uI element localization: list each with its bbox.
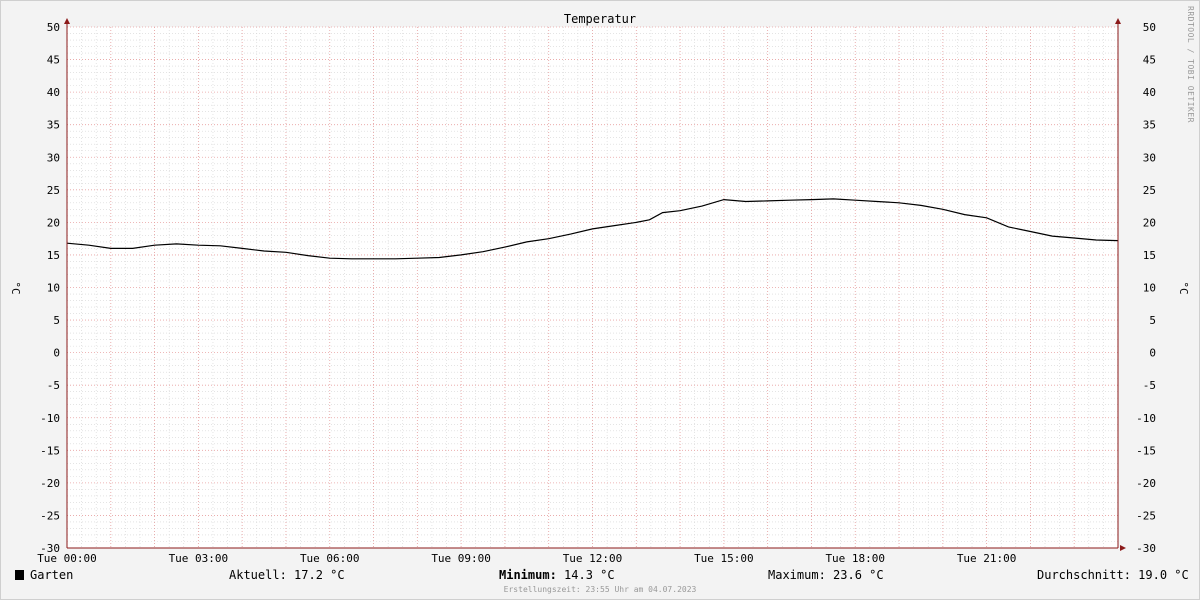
y-tick-label-right: -10	[1136, 412, 1156, 425]
y-tick-label-left: -15	[40, 444, 60, 457]
y-tick-label-left: -20	[40, 477, 60, 490]
x-axis-arrow	[1120, 545, 1126, 551]
y-tick-label-left: 30	[47, 151, 60, 164]
legend-minimum-label: Minimum:	[499, 568, 557, 582]
y-tick-label-right: -30	[1136, 542, 1156, 555]
y-tick-label-right: -20	[1136, 477, 1156, 490]
y-axis-label-left: °C	[9, 281, 22, 294]
y-tick-label-left: 25	[47, 184, 60, 197]
footer-timestamp: Erstellungszeit: 23:55 Uhr am 04.07.2023	[503, 585, 697, 594]
legend-swatch-garten	[15, 570, 24, 580]
y-tick-label-left: 20	[47, 216, 60, 229]
y-tick-label-left: 0	[53, 347, 60, 360]
x-axis-labels: Tue 00:00 Tue 03:00 Tue 06:00 Tue 09:00 Tue …	[37, 552, 1016, 565]
y-tick-label-right: 15	[1143, 249, 1156, 262]
y-tick-label-left: -10	[40, 412, 60, 425]
y-tick-label-right: 40	[1143, 86, 1156, 99]
y-tick-label-right: 10	[1143, 282, 1156, 295]
y-tick-label-right: -15	[1136, 444, 1156, 457]
y-axis-arrow-right	[1115, 18, 1121, 24]
x-tick-label: Tue 09:00	[431, 552, 491, 565]
y-tick-label-right: 35	[1143, 119, 1156, 132]
temperature-chart: 50454035302520151050-5-10-15-20-25-30 50…	[9, 12, 1190, 565]
y-tick-label-left: -25	[40, 509, 60, 522]
x-tick-label: Tue 00:00	[37, 552, 97, 565]
chart-title: Temperatur	[564, 12, 636, 26]
y-tick-label-right: -5	[1143, 379, 1156, 392]
y-tick-label-right: -25	[1136, 509, 1156, 522]
legend-maximum: Maximum: 23.6 °C	[768, 568, 884, 582]
watermark: RRDTOOL / TOBI OETIKER	[1186, 6, 1195, 123]
y-tick-label-left: 10	[47, 282, 60, 295]
x-tick-label: Tue 03:00	[169, 552, 229, 565]
y-tick-label-left: 40	[47, 86, 60, 99]
y-tick-label-left: 5	[53, 314, 60, 327]
y-axis-right-labels: 50454035302520151050-5-10-15-20-25-30	[1136, 21, 1156, 555]
x-tick-label: Tue 15:00	[694, 552, 754, 565]
y-tick-label-right: 45	[1143, 54, 1156, 67]
y-axis-arrow-left	[64, 18, 70, 24]
x-tick-label: Tue 18:00	[825, 552, 885, 565]
legend-series-name: Garten	[30, 568, 74, 582]
y-axis-left-labels: 50454035302520151050-5-10-15-20-25-30	[40, 21, 60, 555]
x-tick-label: Tue 12:00	[563, 552, 623, 565]
legend-series: Garten	[15, 568, 73, 582]
x-tick-label: Tue 21:00	[957, 552, 1017, 565]
y-tick-label-left: 35	[47, 119, 60, 132]
legend-minimum: Minimum: 14.3 °C	[499, 568, 615, 582]
y-tick-label-left: 45	[47, 54, 60, 67]
y-tick-label-right: 0	[1149, 347, 1156, 360]
y-tick-label-left: -5	[47, 379, 60, 392]
x-tick-label: Tue 06:00	[300, 552, 360, 565]
y-tick-label-right: 30	[1143, 151, 1156, 164]
y-tick-label-left: 50	[47, 21, 60, 34]
legend-average: Durchschnitt: 19.0 °C	[1037, 568, 1189, 582]
y-tick-label-left: 15	[47, 249, 60, 262]
y-tick-label-right: 25	[1143, 184, 1156, 197]
y-axis-label-right: °C	[1177, 281, 1190, 294]
y-tick-label-right: 50	[1143, 21, 1156, 34]
y-tick-label-right: 5	[1149, 314, 1156, 327]
legend-current: Aktuell: 17.2 °C	[229, 568, 345, 582]
y-tick-label-right: 20	[1143, 216, 1156, 229]
legend-minimum-value: 14.3 °C	[556, 568, 615, 582]
